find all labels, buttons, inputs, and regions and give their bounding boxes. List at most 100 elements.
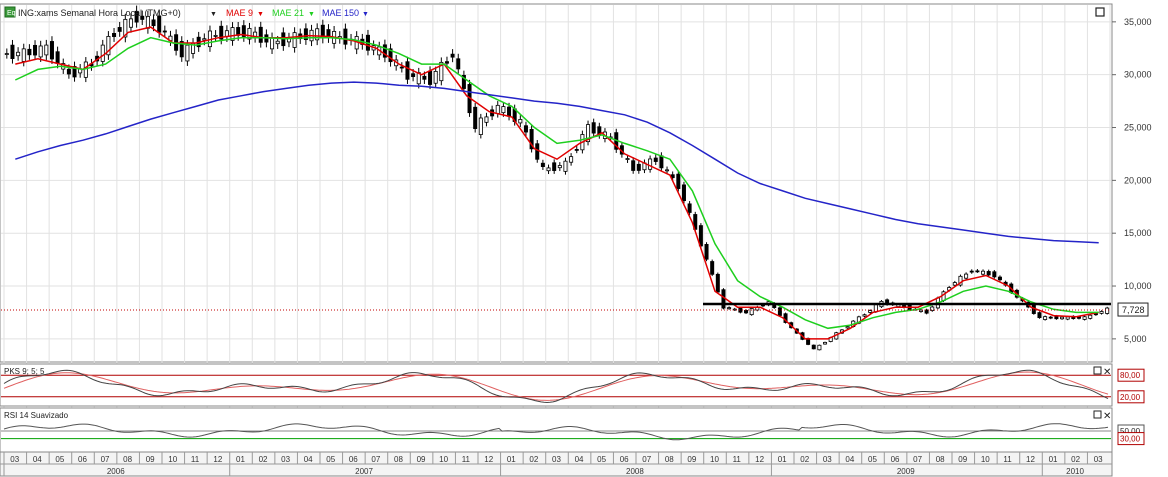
candle-body xyxy=(823,341,828,345)
candle-body xyxy=(523,125,528,133)
maximize-price-panel-icon[interactable] xyxy=(1095,7,1105,17)
candle-body xyxy=(992,271,997,278)
candle-body xyxy=(540,162,545,168)
candle-body xyxy=(845,326,850,329)
stochastic-label[interactable]: PKS 9; 5; 5 xyxy=(4,367,45,376)
rsi-label[interactable]: RSI 14 Suavizado xyxy=(4,411,69,420)
ma-short-dropdown-icon[interactable]: ▼ xyxy=(257,11,264,18)
maximize-rsi-icon[interactable] xyxy=(1093,410,1102,419)
stochastic-level-label: 80,00 xyxy=(1120,371,1141,380)
stochastic-level-label: 20,00 xyxy=(1120,393,1141,402)
candle-body xyxy=(38,45,43,58)
candle-body xyxy=(411,73,416,77)
ma-mid-dropdown-icon[interactable]: ▼ xyxy=(308,11,315,18)
month-label: 08 xyxy=(123,455,132,464)
candle-body xyxy=(422,75,427,80)
month-label: 07 xyxy=(101,455,110,464)
month-label: 05 xyxy=(326,455,335,464)
candle-body xyxy=(501,106,506,114)
month-label: 12 xyxy=(755,455,764,464)
maximize-stochastic-icon[interactable] xyxy=(1093,366,1102,375)
month-label: 07 xyxy=(913,455,922,464)
year-label: 2010 xyxy=(1066,467,1084,476)
candle-body xyxy=(473,106,478,129)
candle-body xyxy=(117,27,122,32)
candle-body xyxy=(704,244,709,260)
price-tick-label: 25,000 xyxy=(1124,123,1152,133)
candle-body xyxy=(659,155,664,169)
candle-body xyxy=(817,344,822,351)
candle-body xyxy=(868,310,873,313)
candle-body xyxy=(975,270,980,273)
price-tick-label: 15,000 xyxy=(1124,228,1152,238)
month-label: 11 xyxy=(191,455,200,464)
candle-body xyxy=(687,203,692,213)
ma-long-dropdown-icon[interactable]: ▼ xyxy=(362,11,369,18)
candle-body xyxy=(1105,307,1110,314)
ma-long-label[interactable]: MAE 150 xyxy=(322,8,359,18)
candle-body xyxy=(811,344,816,350)
symbol-label[interactable]: ING:xams Semanal Hora Local (TMG+0) xyxy=(18,8,181,18)
rsi-panel xyxy=(0,407,1113,453)
month-label: 06 xyxy=(891,455,900,464)
candle-body xyxy=(777,307,782,316)
month-label: 09 xyxy=(417,455,426,464)
month-label: 04 xyxy=(845,455,854,464)
month-label: 02 xyxy=(800,455,809,464)
month-label: 11 xyxy=(462,455,471,464)
chart: 7,728 35,00030,00025,00020,00015,00010,0… xyxy=(0,3,1152,477)
rsi-level-label: 30,00 xyxy=(1120,435,1141,444)
candle-body xyxy=(16,51,21,57)
symbol-dropdown-icon[interactable]: ▼ xyxy=(210,11,217,18)
price-tick-label: 30,000 xyxy=(1124,70,1152,80)
month-label: 02 xyxy=(259,455,268,464)
month-label: 04 xyxy=(575,455,584,464)
candle-body xyxy=(270,37,275,50)
candle-body xyxy=(145,16,150,29)
month-label: 02 xyxy=(1071,455,1080,464)
price-tick-label: 10,000 xyxy=(1124,281,1152,291)
month-label: 08 xyxy=(394,455,403,464)
candle-body xyxy=(444,61,449,64)
candle-body xyxy=(676,173,681,189)
candle-body xyxy=(1082,316,1087,320)
candle-body xyxy=(1099,311,1104,314)
ma-mid-label[interactable]: MAE 21 xyxy=(272,8,304,18)
candle-body xyxy=(1043,316,1048,320)
price-tick-label: 5,000 xyxy=(1124,334,1147,344)
candle-body xyxy=(653,157,658,162)
price-tick-label: 20,000 xyxy=(1124,175,1152,185)
candle-body xyxy=(569,156,574,163)
candle-body xyxy=(1037,312,1042,319)
month-label: 11 xyxy=(733,455,742,464)
candle-body xyxy=(478,117,483,135)
month-label: 03 xyxy=(281,455,290,464)
month-label: 12 xyxy=(213,455,222,464)
candle-body xyxy=(1088,314,1093,319)
candle-body xyxy=(433,71,438,84)
month-label: 01 xyxy=(778,455,787,464)
candle-body xyxy=(343,28,348,45)
candle-body xyxy=(292,32,297,48)
candle-body xyxy=(112,32,117,37)
candle-body xyxy=(27,48,32,56)
candle-body xyxy=(484,116,489,123)
candle-body xyxy=(997,276,1002,281)
candle-body xyxy=(986,271,991,276)
close-stochastic-icon[interactable]: ✕ xyxy=(1103,367,1111,378)
ma-short-label[interactable]: MAE 9 xyxy=(226,8,253,18)
price-panel xyxy=(0,3,1113,363)
candle-body xyxy=(1065,316,1070,320)
price-tag: 7,728 xyxy=(1122,305,1145,315)
year-label: 2007 xyxy=(355,467,373,476)
year-label: 2006 xyxy=(107,467,125,476)
time-axis: 03 04 05 06 07 08 09 10 11 12 01 02 03 04 05 06 07 08 09 10… xyxy=(0,451,1113,477)
candle-body xyxy=(749,308,754,316)
month-label: 04 xyxy=(33,455,42,464)
candle-body xyxy=(591,122,596,134)
month-label: 08 xyxy=(665,455,674,464)
close-rsi-icon[interactable]: ✕ xyxy=(1103,411,1111,422)
month-label: 05 xyxy=(597,455,606,464)
candle-body xyxy=(744,310,749,314)
candle-body xyxy=(405,61,410,80)
